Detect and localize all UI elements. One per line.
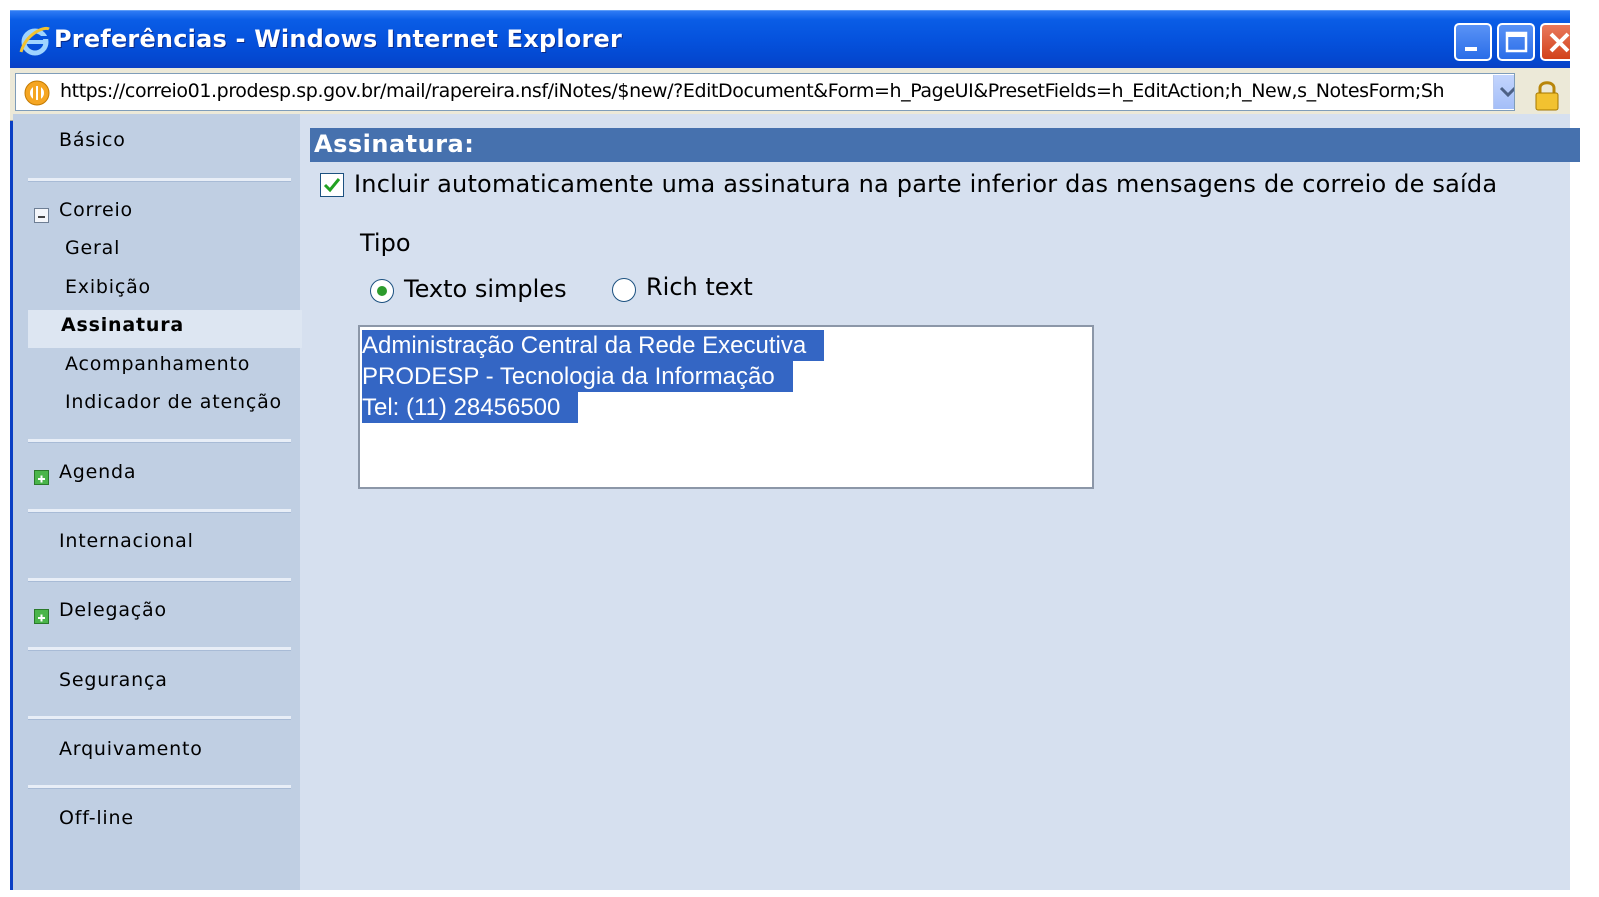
preferences-content: Básico Correio Geral Exibição Assinatura…: [13, 114, 1580, 890]
sidebar-item-agenda[interactable]: Agenda: [59, 461, 136, 483]
title-bar[interactable]: Preferências - Windows Internet Explorer: [10, 10, 1570, 69]
sidebar-divider: [28, 509, 291, 513]
signature-textarea[interactable]: Administração Central da Rede Executiva …: [358, 325, 1094, 489]
address-url: https://correio01.prodesp.sp.gov.br/mail…: [60, 80, 1445, 102]
sidebar-divider: [28, 716, 291, 720]
maximize-button[interactable]: [1497, 23, 1535, 61]
close-button[interactable]: [1540, 23, 1570, 61]
section-header: Assinatura:: [310, 128, 1580, 162]
minimize-icon: [1465, 47, 1477, 51]
sidebar-item-acompanhamento[interactable]: Acompanhamento: [65, 353, 250, 375]
sidebar-divider: [28, 439, 291, 443]
expand-icon[interactable]: [34, 470, 49, 485]
checkmark-icon: [323, 178, 341, 193]
sidebar-item-seguranca[interactable]: Segurança: [59, 669, 168, 691]
sidebar-item-basico[interactable]: Básico: [59, 129, 126, 151]
maximize-icon: [1505, 31, 1528, 53]
collapse-icon[interactable]: [34, 208, 49, 223]
expand-icon[interactable]: [34, 609, 49, 624]
sidebar-divider: [28, 785, 291, 789]
sidebar-item-indicador-de-atencao[interactable]: Indicador de atenção: [65, 391, 282, 413]
sidebar-item-assinatura[interactable]: Assinatura: [61, 314, 184, 336]
sidebar-item-internacional[interactable]: Internacional: [59, 530, 194, 552]
radio-rich-text-label[interactable]: Rich text: [646, 273, 753, 301]
sidebar-item-correio[interactable]: Correio: [59, 199, 133, 221]
section-title: Assinatura:: [314, 130, 475, 158]
address-dropdown-button[interactable]: [1493, 75, 1514, 109]
signature-line: Tel: (11) 28456500: [362, 392, 579, 423]
signature-line: PRODESP - Tecnologia da Informação: [362, 361, 793, 392]
sidebar-item-exibicao[interactable]: Exibição: [65, 276, 151, 298]
signature-panel: Assinatura: Incluir automaticamente uma …: [300, 114, 1580, 890]
close-icon: [1549, 32, 1570, 53]
sidebar-item-off-line[interactable]: Off-line: [59, 807, 134, 829]
sidebar-divider: [28, 578, 291, 582]
sidebar-divider: [28, 647, 291, 651]
preferences-sidebar: Básico Correio Geral Exibição Assinatura…: [13, 114, 302, 890]
browser-window: Preferências - Windows Internet Explorer…: [10, 10, 1580, 890]
chevron-down-icon: [1499, 86, 1514, 98]
tipo-label: Tipo: [360, 229, 411, 257]
radio-texto-simples-label[interactable]: Texto simples: [404, 275, 567, 303]
auto-signature-label: Incluir automaticamente uma assinatura n…: [354, 170, 1498, 198]
page-icon: [24, 80, 50, 106]
internet-explorer-icon: [19, 26, 50, 56]
auto-signature-checkbox[interactable]: [320, 173, 344, 197]
sidebar-item-delegacao[interactable]: Delegação: [59, 599, 167, 621]
radio-texto-simples[interactable]: [370, 279, 394, 303]
radio-rich-text[interactable]: [612, 278, 636, 302]
minimize-button[interactable]: [1454, 23, 1492, 61]
sidebar-divider: [28, 178, 291, 182]
window-title: Preferências - Windows Internet Explorer: [54, 25, 623, 53]
sidebar-item-geral[interactable]: Geral: [65, 237, 120, 259]
radio-selected-dot: [377, 286, 387, 296]
signature-line: Administração Central da Rede Executiva: [362, 330, 825, 361]
lock-icon[interactable]: [1532, 78, 1562, 112]
sidebar-item-arquivamento[interactable]: Arquivamento: [59, 738, 203, 760]
address-field[interactable]: https://correio01.prodesp.sp.gov.br/mail…: [15, 73, 1515, 111]
